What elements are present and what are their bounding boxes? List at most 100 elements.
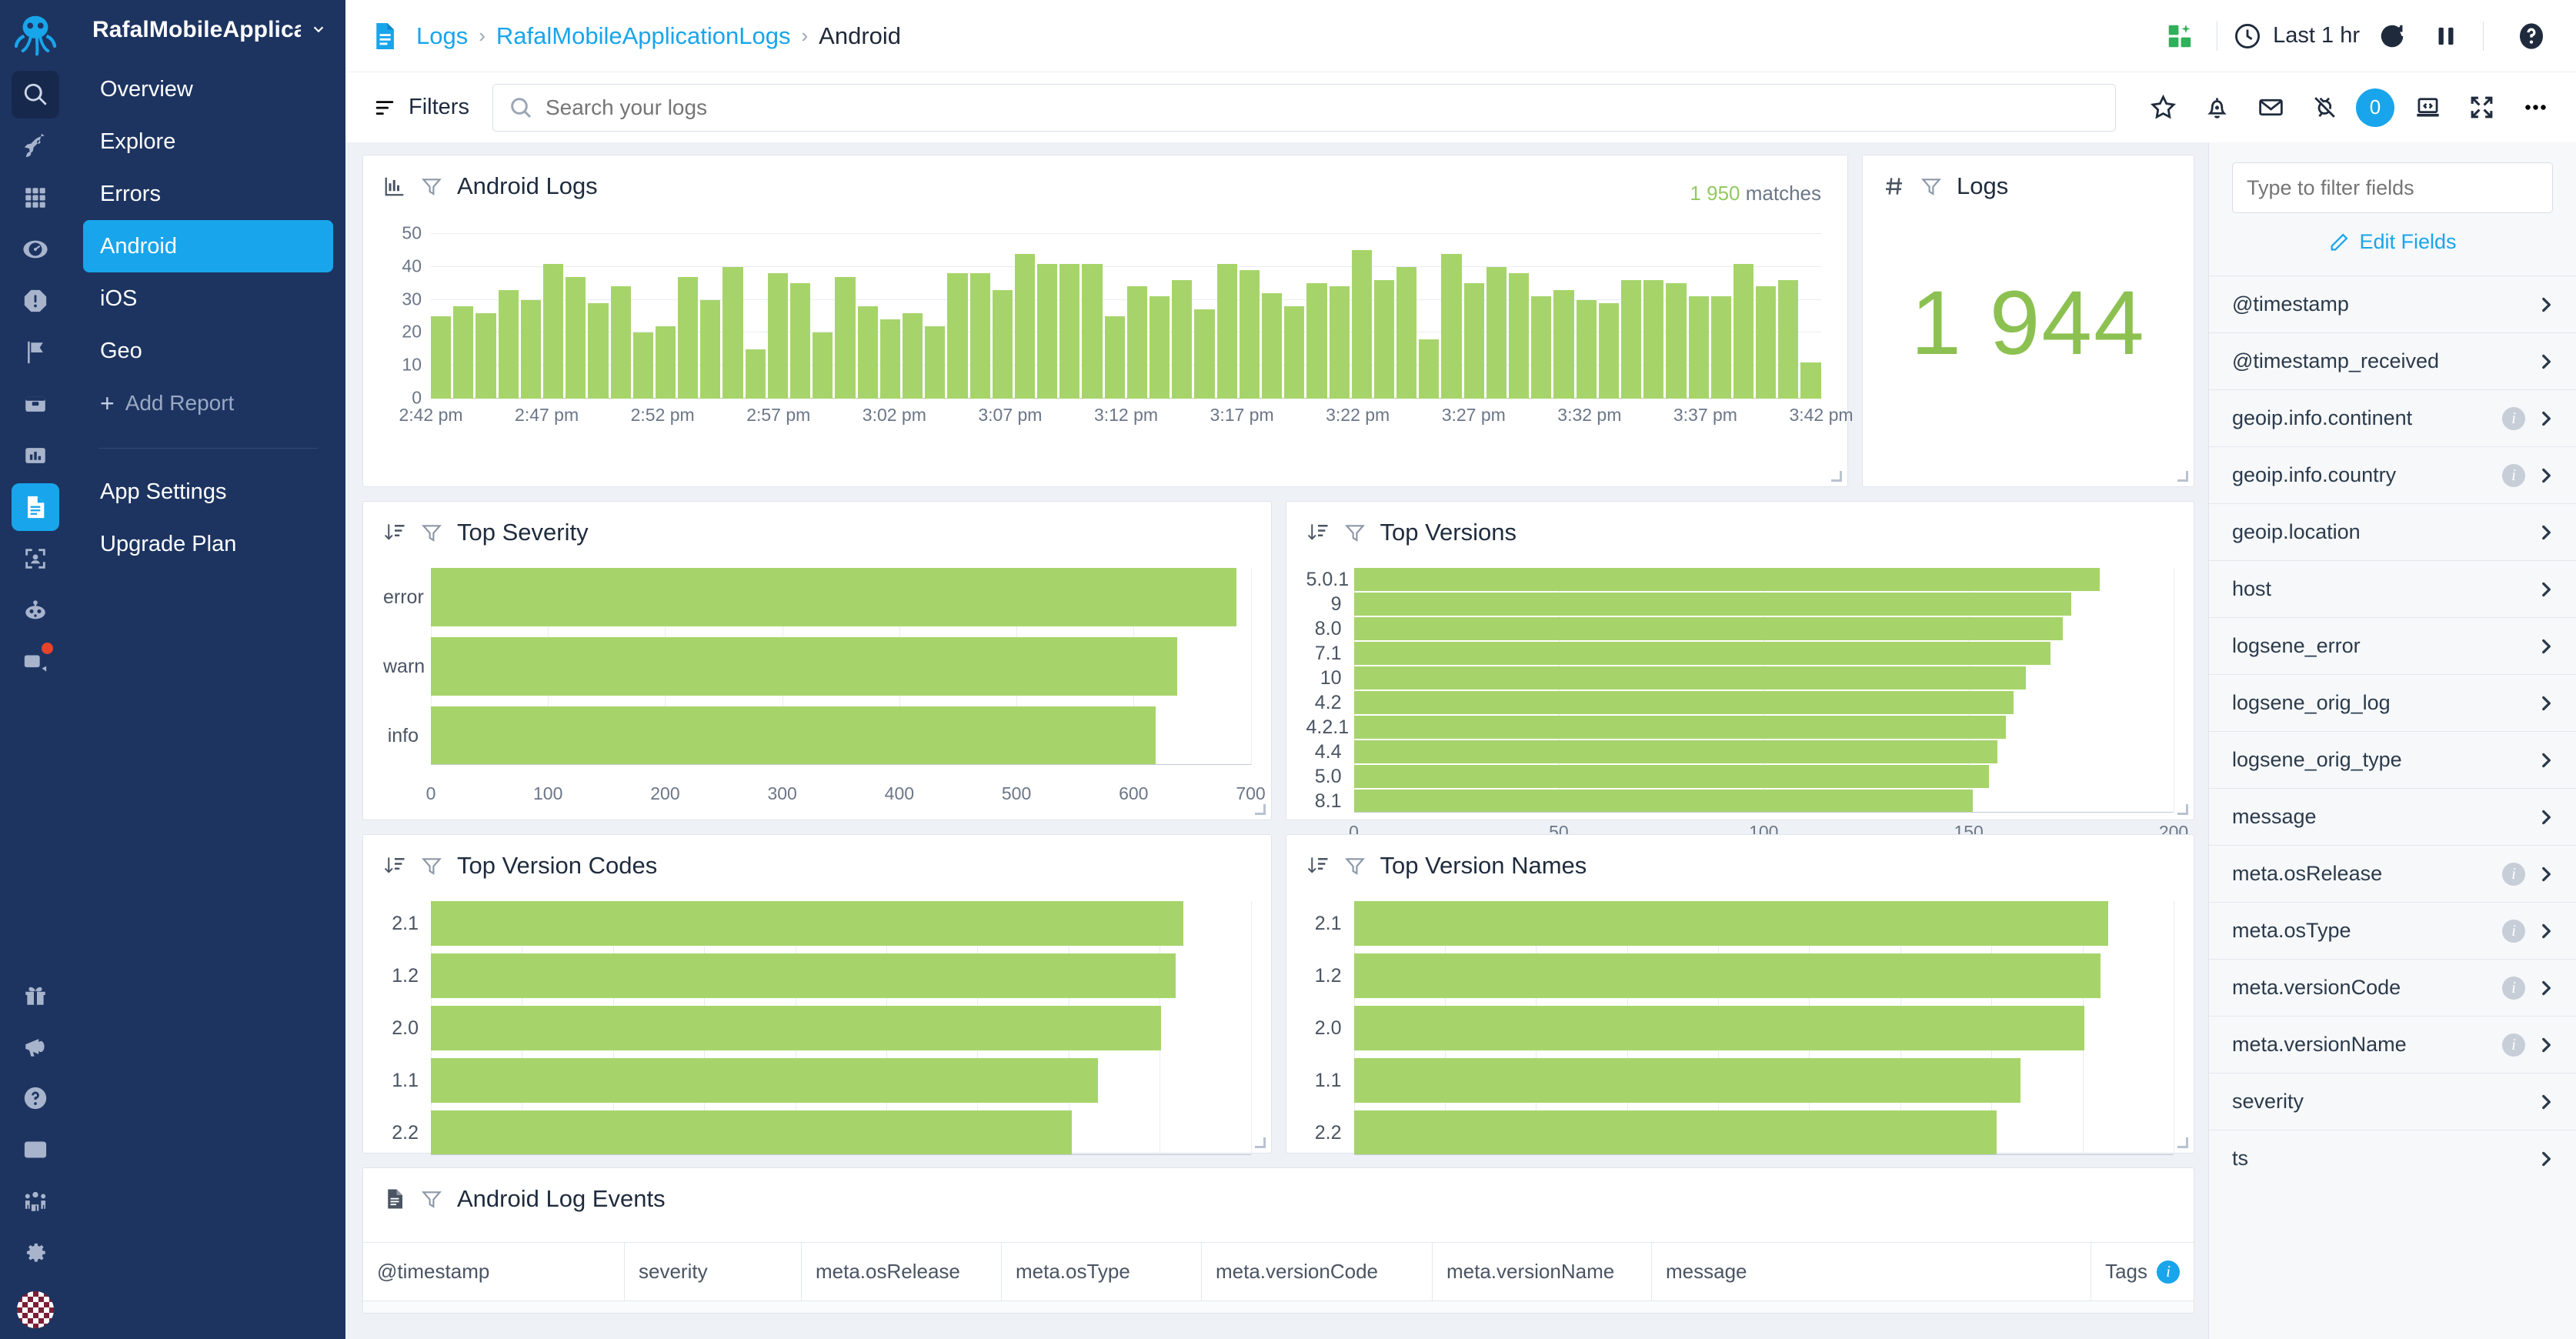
octopus-logo-icon[interactable] [12, 11, 59, 58]
bar[interactable] [1354, 666, 2027, 690]
histogram-bar[interactable] [1599, 303, 1619, 399]
field-row[interactable]: geoip.info.continenti [2209, 389, 2576, 446]
col-timestamp[interactable]: @timestamp [363, 1243, 625, 1301]
field-row[interactable]: severity [2209, 1073, 2576, 1130]
histogram-bar[interactable] [1509, 273, 1529, 399]
histogram-bar[interactable] [1127, 286, 1147, 399]
info-icon[interactable]: i [2502, 977, 2525, 1000]
bar[interactable] [431, 568, 1236, 626]
chevron-right-icon[interactable] [2536, 978, 2556, 998]
bar[interactable] [1354, 1110, 1997, 1155]
help-circle-icon[interactable] [12, 1074, 59, 1122]
histogram-bar[interactable] [1015, 254, 1035, 399]
resize-handle[interactable] [2177, 471, 2188, 482]
field-row[interactable]: host [2209, 560, 2576, 617]
more-icon[interactable] [2514, 87, 2556, 129]
histogram-bar[interactable] [1487, 267, 1507, 399]
chevron-right-icon[interactable] [2536, 636, 2556, 656]
chevron-right-icon[interactable] [2536, 693, 2556, 713]
logs-document-icon[interactable] [12, 483, 59, 531]
histogram-bar[interactable] [880, 319, 900, 399]
info-icon[interactable]: i [2502, 464, 2525, 487]
flag-icon[interactable] [12, 329, 59, 376]
bar[interactable] [431, 1006, 1161, 1050]
histogram-bar[interactable] [993, 290, 1013, 399]
grid-apps-icon[interactable] [12, 174, 59, 222]
histogram-bar[interactable] [1306, 283, 1326, 399]
histogram-bar[interactable] [633, 332, 653, 399]
table-row[interactable]: 15:42:05.142 15s ago WARN 5.0.1 Android … [363, 1301, 2194, 1314]
histogram-bar[interactable] [499, 290, 519, 399]
bar[interactable] [431, 1110, 1072, 1155]
histogram-bar[interactable] [790, 283, 810, 399]
field-row[interactable]: ts [2209, 1130, 2576, 1187]
histogram-bar[interactable] [1059, 264, 1079, 399]
funnel-icon[interactable] [1920, 175, 1943, 198]
bar[interactable] [1354, 953, 2101, 998]
col-tags[interactable]: Tags i [2091, 1243, 2194, 1301]
histogram-bar[interactable] [835, 277, 855, 399]
histogram-bar[interactable] [1150, 296, 1170, 399]
chevron-right-icon[interactable] [2536, 352, 2556, 372]
search-field-wrapper[interactable] [492, 84, 2116, 132]
bell-add-icon[interactable] [2196, 87, 2237, 129]
mail-icon[interactable] [2250, 87, 2291, 129]
bar[interactable] [1354, 765, 1990, 788]
bar[interactable] [431, 901, 1183, 946]
alert-octagon-icon[interactable] [12, 277, 59, 325]
histogram-bar[interactable] [1643, 280, 1663, 399]
sidebar-item-errors[interactable]: Errors [83, 168, 333, 220]
edit-fields-button[interactable]: Edit Fields [2232, 213, 2553, 259]
chevron-right-icon[interactable] [2536, 523, 2556, 543]
field-row[interactable]: message [2209, 788, 2576, 845]
histogram-bar[interactable] [543, 264, 563, 399]
info-icon[interactable]: i [2502, 407, 2525, 430]
help-icon[interactable] [2510, 15, 2553, 58]
chevron-right-icon[interactable] [2536, 807, 2556, 827]
chevron-right-icon[interactable] [2536, 1092, 2556, 1112]
histogram-bar[interactable] [970, 273, 990, 399]
app-switcher[interactable]: RafalMobileApplica... [71, 0, 345, 63]
histogram-bar[interactable] [1082, 264, 1102, 399]
funnel-icon[interactable] [420, 175, 443, 198]
sidebar-item-ios[interactable]: iOS [83, 272, 333, 325]
col-versioncode[interactable]: meta.versionCode [1202, 1243, 1433, 1301]
histogram-bar[interactable] [947, 273, 967, 399]
histogram-bar[interactable] [1284, 306, 1304, 399]
bar[interactable] [1354, 617, 2064, 640]
col-versionname[interactable]: meta.versionName [1433, 1243, 1652, 1301]
histogram-bar[interactable] [611, 286, 631, 399]
histogram-bar[interactable] [656, 326, 676, 399]
histogram-bar[interactable] [1756, 286, 1776, 399]
histogram-bar[interactable] [1194, 309, 1214, 399]
info-icon[interactable]: i [2502, 863, 2525, 886]
resize-handle[interactable] [1255, 1137, 1266, 1148]
histogram-bar[interactable] [1172, 280, 1192, 399]
search-icon[interactable] [12, 71, 59, 119]
star-icon[interactable] [2142, 87, 2184, 129]
gear-icon[interactable] [12, 1229, 59, 1277]
bar[interactable] [431, 1058, 1098, 1103]
speedometer-icon[interactable] [12, 225, 59, 273]
col-osrelease[interactable]: meta.osRelease [802, 1243, 1002, 1301]
bar[interactable] [1354, 790, 1973, 813]
bar[interactable] [1354, 1006, 2084, 1050]
histogram-bar[interactable] [1441, 254, 1461, 399]
add-widget-icon[interactable] [2158, 15, 2201, 58]
avatar[interactable] [17, 1291, 54, 1328]
histogram-bar[interactable] [1711, 296, 1731, 399]
histogram-bar[interactable] [566, 277, 586, 399]
bar[interactable] [431, 637, 1177, 696]
funnel-icon[interactable] [420, 854, 443, 877]
histogram-bar[interactable] [1800, 362, 1820, 399]
histogram-bar[interactable] [903, 313, 923, 399]
time-range-picker[interactable]: Last 1 hr [2233, 22, 2360, 51]
histogram-bar[interactable] [746, 349, 766, 399]
chevron-right-icon[interactable] [2536, 466, 2556, 486]
sidebar-item-overview[interactable]: Overview [83, 63, 333, 115]
chevron-right-icon[interactable] [2536, 921, 2556, 941]
histogram-bar[interactable] [1037, 264, 1057, 399]
field-row[interactable]: geoip.info.countryi [2209, 446, 2576, 503]
plug-off-icon[interactable] [2304, 87, 2345, 129]
sidebar-item-app-settings[interactable]: App Settings [83, 466, 333, 518]
